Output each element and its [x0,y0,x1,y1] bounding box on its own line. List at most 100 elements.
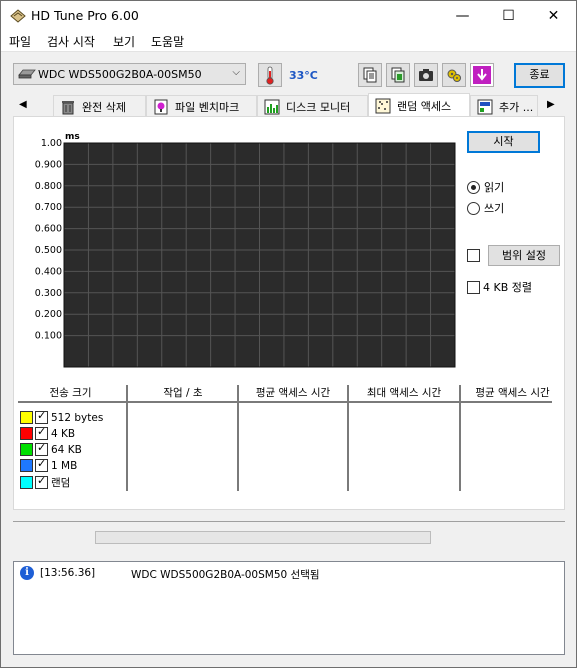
close-button[interactable]: ✕ [531,1,576,31]
list-item: 랜덤 [20,474,71,490]
range-checkbox[interactable] [467,249,480,262]
write-radio[interactable]: 쓰기 [467,200,504,216]
copy-text-button[interactable] [358,63,382,87]
column-divider [126,385,128,491]
y-tick-label: 0.800 [35,181,62,192]
series-label: 4 KB [51,427,76,440]
copy-icon [363,67,377,83]
align-4kb-label: 4 KB 정렬 [483,281,532,294]
random-access-icon [375,98,391,113]
extra-tests-icon [477,99,493,114]
y-tick-label: 0.100 [35,331,62,342]
latency-chart: ms 1.00 0.900 0.800 0.700 0.600 0.500 0.400 0.3… [27,129,457,382]
align-4kb-option[interactable]: 4 KB 정렬 [467,279,532,295]
exit-button[interactable]: 종료 [514,63,565,88]
drive-name: WDC WDS500G2B0A-00SM50 [38,68,202,81]
app-logo-icon [10,9,26,23]
list-item: 1 MB [20,457,78,472]
tab-scroll-right-icon[interactable]: ▶ [547,99,555,110]
series-label: 512 bytes [51,411,104,424]
drive-icon [18,69,36,79]
file-benchmark-icon [154,99,168,114]
menu-help[interactable]: 도움말 [151,33,184,50]
copy-all-button[interactable] [386,63,410,87]
range-settings-button[interactable]: 범위 설정 [488,245,560,266]
temperature-button[interactable] [258,63,282,87]
read-radio-dot [467,180,480,194]
random-access-panel: ms 1.00 0.900 0.800 0.700 0.600 0.500 0.400 0.3… [13,116,565,510]
color-swatch [20,427,33,440]
y-tick-label: 0.300 [35,288,62,299]
tab-extra-label: 추가 ... [499,100,534,114]
title-bar: HD Tune Pro 6.00 — ☐ ✕ [1,1,576,31]
series-checkbox[interactable] [35,457,48,472]
align-4kb-checkbox[interactable] [467,280,480,294]
column-divider [347,385,349,491]
series-label: 64 KB [51,443,82,456]
controls-divider [459,163,559,164]
y-tick-label: 0.500 [35,245,62,256]
tab-erase-label: 완전 삭제 [82,100,126,114]
series-label: 1 MB [51,459,78,472]
column-divider [237,385,239,491]
status-divider [13,521,565,522]
temperature-value: 33°C [289,69,318,82]
trash-icon [62,100,74,114]
tab-extra[interactable]: 추가 ... [470,95,538,117]
list-item: 64 KB [20,441,82,456]
maximize-icon: ☐ [502,8,515,24]
menu-test-start[interactable]: 검사 시작 [47,33,95,50]
write-radio-dot [467,201,480,215]
drive-select[interactable]: WDC WDS500G2B0A-00SM50 ⌵ [13,63,246,85]
color-swatch [20,443,33,456]
table-header-line [18,401,552,403]
series-checkbox[interactable] [35,474,48,489]
download-arrow-icon [473,66,491,84]
write-label: 쓰기 [484,202,505,215]
log-timestamp: [13:56.36] [40,567,96,579]
maximize-button[interactable]: ☐ [486,1,531,31]
minimize-button[interactable]: — [440,1,485,31]
controls-divider-2 [459,233,559,234]
menu-bar: 파일 검사 시작 보기 도움말 [1,31,576,51]
minimize-icon: — [455,8,470,24]
series-checkbox[interactable] [35,441,48,456]
series-checkbox[interactable] [35,409,48,424]
y-tick-label: 1.00 [41,138,62,149]
series-label: 랜덤 [51,477,71,489]
menu-file[interactable]: 파일 [9,33,31,50]
thermometer-icon [266,66,274,85]
tab-random-access[interactable]: 랜덤 액세스 [368,93,470,117]
menu-view[interactable]: 보기 [113,33,135,50]
list-item: 512 bytes [20,409,104,424]
log-message: WDC WDS500G2B0A-00SM50 선택됨 [131,569,320,581]
tab-file-benchmark[interactable]: 파일 벤치마크 [146,95,257,117]
menu-divider [1,51,576,52]
log-panel: i [13:56.36] WDC WDS500G2B0A-00SM50 선택됨 [13,561,565,655]
color-swatch [20,411,33,424]
save-button[interactable] [470,63,494,87]
tab-erase[interactable]: 완전 삭제 [53,95,146,117]
tab-file-benchmark-label: 파일 벤치마크 [175,100,240,114]
window-title: HD Tune Pro 6.00 [31,8,139,23]
read-radio[interactable]: 읽기 [467,179,504,195]
tab-disk-monitor[interactable]: 디스크 모니터 [257,95,368,117]
options-button[interactable] [442,63,466,87]
screenshot-button[interactable] [414,63,438,87]
chevron-down-icon: ⌵ [232,67,240,78]
read-label: 읽기 [484,181,505,194]
y-tick-label: 0.400 [35,266,62,277]
app-window: HD Tune Pro 6.00 — ☐ ✕ 파일 검사 시작 보기 도움말 W… [0,0,577,668]
series-checkbox[interactable] [35,425,48,440]
start-button[interactable]: 시작 [467,131,540,153]
close-icon: ✕ [547,8,560,24]
y-tick-label: 0.700 [35,202,62,213]
y-tick-label: 0.600 [35,224,62,235]
tab-scroll-left-icon[interactable]: ◀ [19,99,27,110]
y-tick-label: 0.200 [35,309,62,320]
info-icon: i [20,566,34,580]
tab-disk-monitor-label: 디스크 모니터 [286,100,351,114]
gear-icon [447,69,461,82]
color-swatch [20,476,33,489]
column-divider [459,385,461,491]
